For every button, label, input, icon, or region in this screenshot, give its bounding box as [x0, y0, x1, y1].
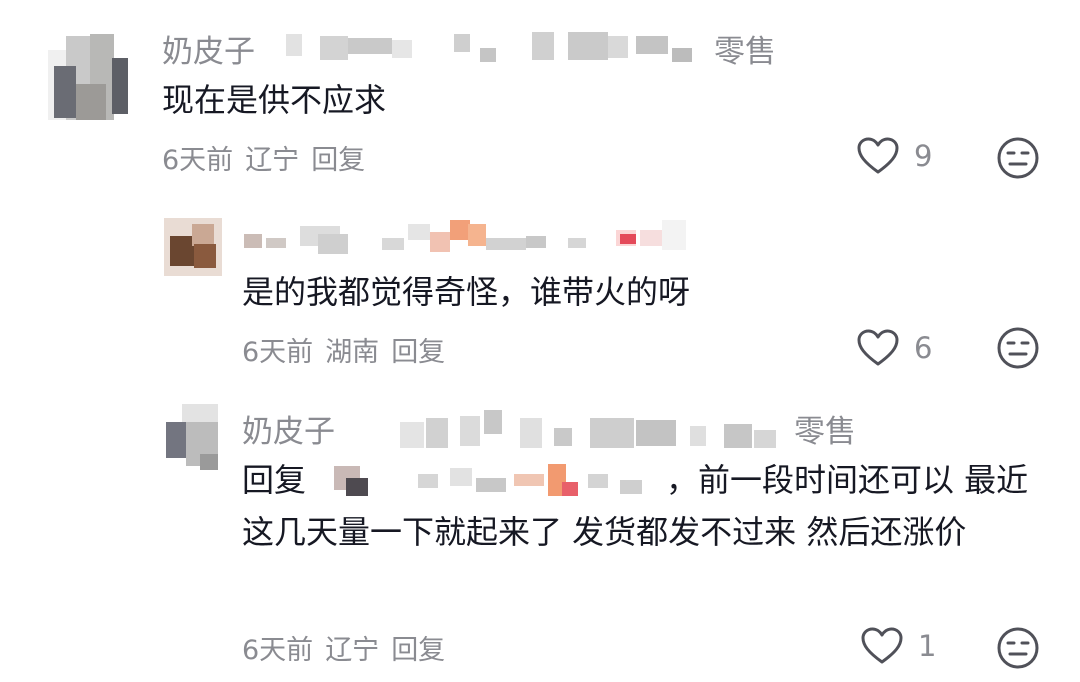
comment-text: 回复 ，前一段时间还可以 最近这几天量一下就起来了 发货都发不过来 然后还涨价: [242, 454, 1042, 551]
dislike-button[interactable]: [996, 626, 1040, 670]
comment-location: 辽宁: [325, 635, 380, 666]
author-name-redacted: [360, 410, 790, 452]
commenter-avatar[interactable]: [44, 34, 132, 122]
like-count: 9: [914, 139, 933, 173]
like-button[interactable]: 6: [856, 328, 932, 368]
comment-author[interactable]: 奶皮子 零售: [162, 26, 802, 70]
dislike-button[interactable]: [996, 136, 1040, 180]
dislike-button[interactable]: [996, 326, 1040, 370]
heart-outline-icon: [857, 329, 899, 366]
author-name-prefix: 奶皮子: [162, 34, 255, 70]
like-count: 1: [918, 629, 937, 663]
like-count: 6: [914, 331, 933, 365]
like-button[interactable]: 9: [856, 136, 932, 176]
comment-author[interactable]: 奶皮子 零售: [242, 406, 882, 450]
author-name-suffix: 零售: [714, 34, 776, 70]
author-name-prefix: 奶皮子: [242, 414, 335, 450]
neutral-face-icon: [997, 137, 1039, 179]
comment-reply-body: ，前一段时间还可以 最近这几天量一下就起来了 发货都发不过来 然后还涨价: [242, 461, 1029, 551]
comment-3: 奶皮子 零售 回复 ，前一段时间还可以 最近这几天量一下就起来了 发货都发不过来…: [0, 390, 1080, 682]
comment-location: 湖南: [325, 337, 380, 368]
neutral-face-icon: [997, 627, 1039, 669]
author-name-redacted: [230, 220, 690, 260]
heart-outline-icon: [861, 627, 903, 664]
neutral-face-icon: [997, 327, 1039, 369]
commenter-avatar[interactable]: [164, 218, 222, 276]
commenter-avatar[interactable]: [166, 404, 220, 470]
comment-text: 是的我都觉得奇怪，谁带火的呀: [242, 273, 691, 311]
author-name-suffix: 零售: [794, 414, 856, 450]
comment-time: 6天前: [242, 337, 314, 368]
comment-location: 辽宁: [245, 145, 300, 176]
comment-1: 奶皮子 零售 现在是供不应求 6天前 辽宁 回复 9: [0, 0, 1080, 190]
reply-button[interactable]: 回复: [391, 337, 445, 368]
reply-button[interactable]: 回复: [391, 635, 445, 666]
comment-time: 6天前: [242, 635, 314, 666]
heart-outline-icon: [857, 137, 899, 174]
comment-text: 现在是供不应求: [162, 81, 387, 119]
comment-meta: 6天前 辽宁 回复: [162, 138, 377, 177]
comment-time: 6天前: [162, 145, 234, 176]
reply-button[interactable]: 回复: [311, 145, 365, 176]
comment-meta: 6天前 辽宁 回复: [242, 628, 457, 667]
author-name-redacted: [280, 30, 710, 64]
comment-meta: 6天前 湖南 回复: [242, 330, 457, 369]
comment-2: 是的我都觉得奇怪，谁带火的呀 6天前 湖南 回复 6: [0, 190, 1080, 390]
like-button[interactable]: 1: [860, 626, 936, 666]
comment-author[interactable]: [230, 220, 690, 260]
